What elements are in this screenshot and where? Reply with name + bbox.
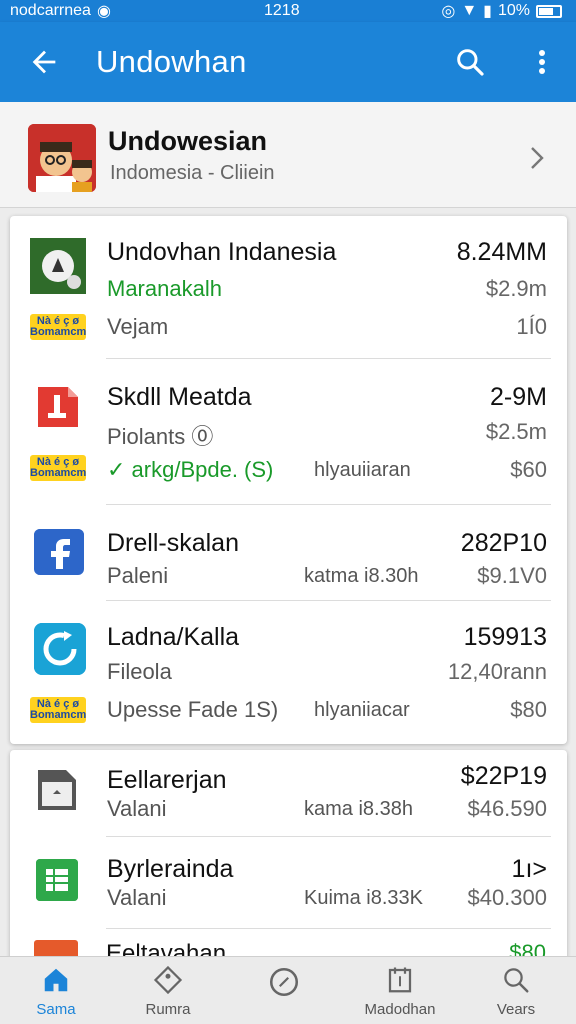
home-icon	[44, 968, 68, 992]
sheets-app-icon	[36, 859, 78, 901]
item-value: 1ı>	[511, 855, 547, 883]
item-price: $2.9m	[485, 276, 547, 301]
item-title: Eellarerjan	[107, 766, 227, 794]
status-bar: nodcarrnea ◉ 1218 ◎ ▼ ▮ 10%	[0, 0, 576, 22]
item-subtitle: Fileola	[107, 659, 172, 684]
item-badge: Nà é ç ø Bomamcm	[30, 314, 87, 340]
pdf-app-icon	[34, 383, 82, 431]
list-item[interactable]: Drell-skalan Paleni katma i8.30h 282P10 …	[10, 505, 567, 599]
profile-row[interactable]: Undowesian Indomesia - Cliiein	[0, 102, 576, 208]
item-title: Byrlerainda	[107, 855, 234, 883]
chevron-right-icon	[531, 147, 544, 169]
page-title: Undowhan	[96, 44, 247, 79]
file-app-icon	[36, 768, 78, 812]
divider	[106, 928, 551, 929]
profile-title: Undowesian	[108, 126, 268, 156]
item-value: 159913	[463, 623, 547, 651]
item-subtitle: Valani	[107, 885, 167, 910]
item-title: Drell-skalan	[107, 529, 239, 557]
compass-icon	[269, 967, 299, 997]
item-title: Undovhan Indanesia	[107, 238, 337, 266]
nav-deals[interactable]: Rumra	[128, 957, 208, 1024]
item-value: 8.24MM	[456, 238, 547, 266]
item-time: kama i8.38h	[304, 798, 413, 820]
bottom-navigation: Sama Rumra Madodhan Vears	[0, 956, 576, 1024]
list-item[interactable]: Skdll Meatda Piolants ⓪ 2-9M $2.5m Nà é …	[10, 359, 567, 503]
partial-item-title: Eeltavahan	[106, 940, 227, 956]
item-line3-right: 1Í0	[516, 314, 547, 339]
item-badge: Nà é ç ø Bomamcm	[30, 455, 87, 481]
item-badge: Nà é ç ø Bomamcm	[30, 697, 87, 723]
list-item[interactable]: Ladna/Kalla Fileola 159913 12,40rann Nà …	[10, 601, 567, 744]
item-price: $2.5m	[485, 419, 547, 444]
item-line3-mid: hlyauiiaran	[314, 459, 411, 481]
calendar-icon	[388, 967, 412, 993]
nav-label: Madodhan	[364, 1001, 436, 1018]
item-title: Skdll Meatda	[107, 383, 252, 411]
nav-explore[interactable]	[244, 957, 324, 1024]
sync-app-icon	[34, 623, 86, 675]
search-button[interactable]	[450, 42, 490, 82]
item-price: $9.1V0	[477, 563, 547, 588]
item-time: Kuima i8.33K	[304, 887, 423, 909]
item-value: $22P19	[460, 762, 547, 790]
back-button[interactable]	[24, 42, 64, 82]
item-line3-right: $80	[510, 697, 547, 722]
more-vert-icon	[539, 50, 545, 74]
list-card-secondary: Eellarerjan Valani kama i8.38h $22P19 $4…	[10, 750, 567, 970]
nav-label: Sama	[36, 1001, 76, 1018]
item-line3-left: Vejam	[107, 314, 169, 339]
game-app-icon	[30, 238, 86, 294]
facebook-icon	[34, 529, 84, 575]
partial-app-icon	[34, 940, 78, 956]
battery-percent: 10%	[497, 2, 530, 19]
battery-icon	[536, 4, 562, 18]
item-subtitle: Paleni	[107, 563, 169, 588]
nav-label: Rumra	[145, 1001, 191, 1018]
item-time: katma i8.30h	[304, 565, 419, 587]
nav-label: Vears	[496, 1001, 536, 1018]
item-title: Ladna/Kalla	[107, 623, 240, 651]
list-item[interactable]: Byrlerainda Valani Kuima i8.33K 1ı> $40.…	[10, 837, 567, 927]
search-icon	[504, 968, 529, 993]
item-price: $40.300	[467, 885, 547, 910]
list-card: Undovhan Indanesia Maranakalh 8.24MM $2.…	[10, 216, 567, 744]
alarm-icon: ◎	[441, 3, 456, 20]
signal-icon: ▮	[483, 3, 492, 20]
nav-calendar[interactable]: Madodhan	[350, 957, 450, 1024]
item-value: 2-9M	[490, 383, 547, 411]
list-item[interactable]: Undovhan Indanesia Maranakalh 8.24MM $2.…	[10, 216, 567, 358]
arrow-left-icon	[32, 50, 56, 74]
avatar	[28, 124, 96, 192]
nav-search[interactable]: Vears	[476, 957, 556, 1024]
search-icon	[457, 49, 484, 76]
profile-subtitle: Indomesia - Cliiein	[110, 162, 275, 184]
nav-home[interactable]: Sama	[16, 957, 96, 1024]
item-value: 282P10	[460, 529, 547, 557]
item-subtitle: Valani	[107, 796, 167, 821]
item-line3-left: Upesse Fade 1S)	[107, 697, 279, 722]
list-item[interactable]: Eellarerjan Valani kama i8.38h $22P19 $4…	[10, 750, 567, 836]
more-options-button[interactable]	[522, 42, 562, 82]
tag-icon	[153, 965, 183, 995]
item-subtitle: Piolants ⓪	[107, 424, 214, 449]
sync-icon: ◉	[96, 3, 111, 20]
item-line3-mid: hlyaniiacar	[314, 699, 410, 721]
item-price: $46.590	[467, 796, 547, 821]
status-time: 1218	[264, 2, 300, 19]
item-line3-right: $60	[510, 457, 547, 482]
partial-item-value: $80	[509, 940, 546, 956]
item-line3-left: ✓ arkg/Bpde. (S)	[107, 457, 274, 482]
app-bar: Undowhan	[0, 22, 576, 102]
item-price: 12,40rann	[447, 659, 547, 684]
carrier-text: nodcarrnea	[10, 2, 91, 19]
wifi-icon: ▼	[461, 2, 478, 19]
item-subtitle: Maranakalh	[107, 276, 222, 301]
